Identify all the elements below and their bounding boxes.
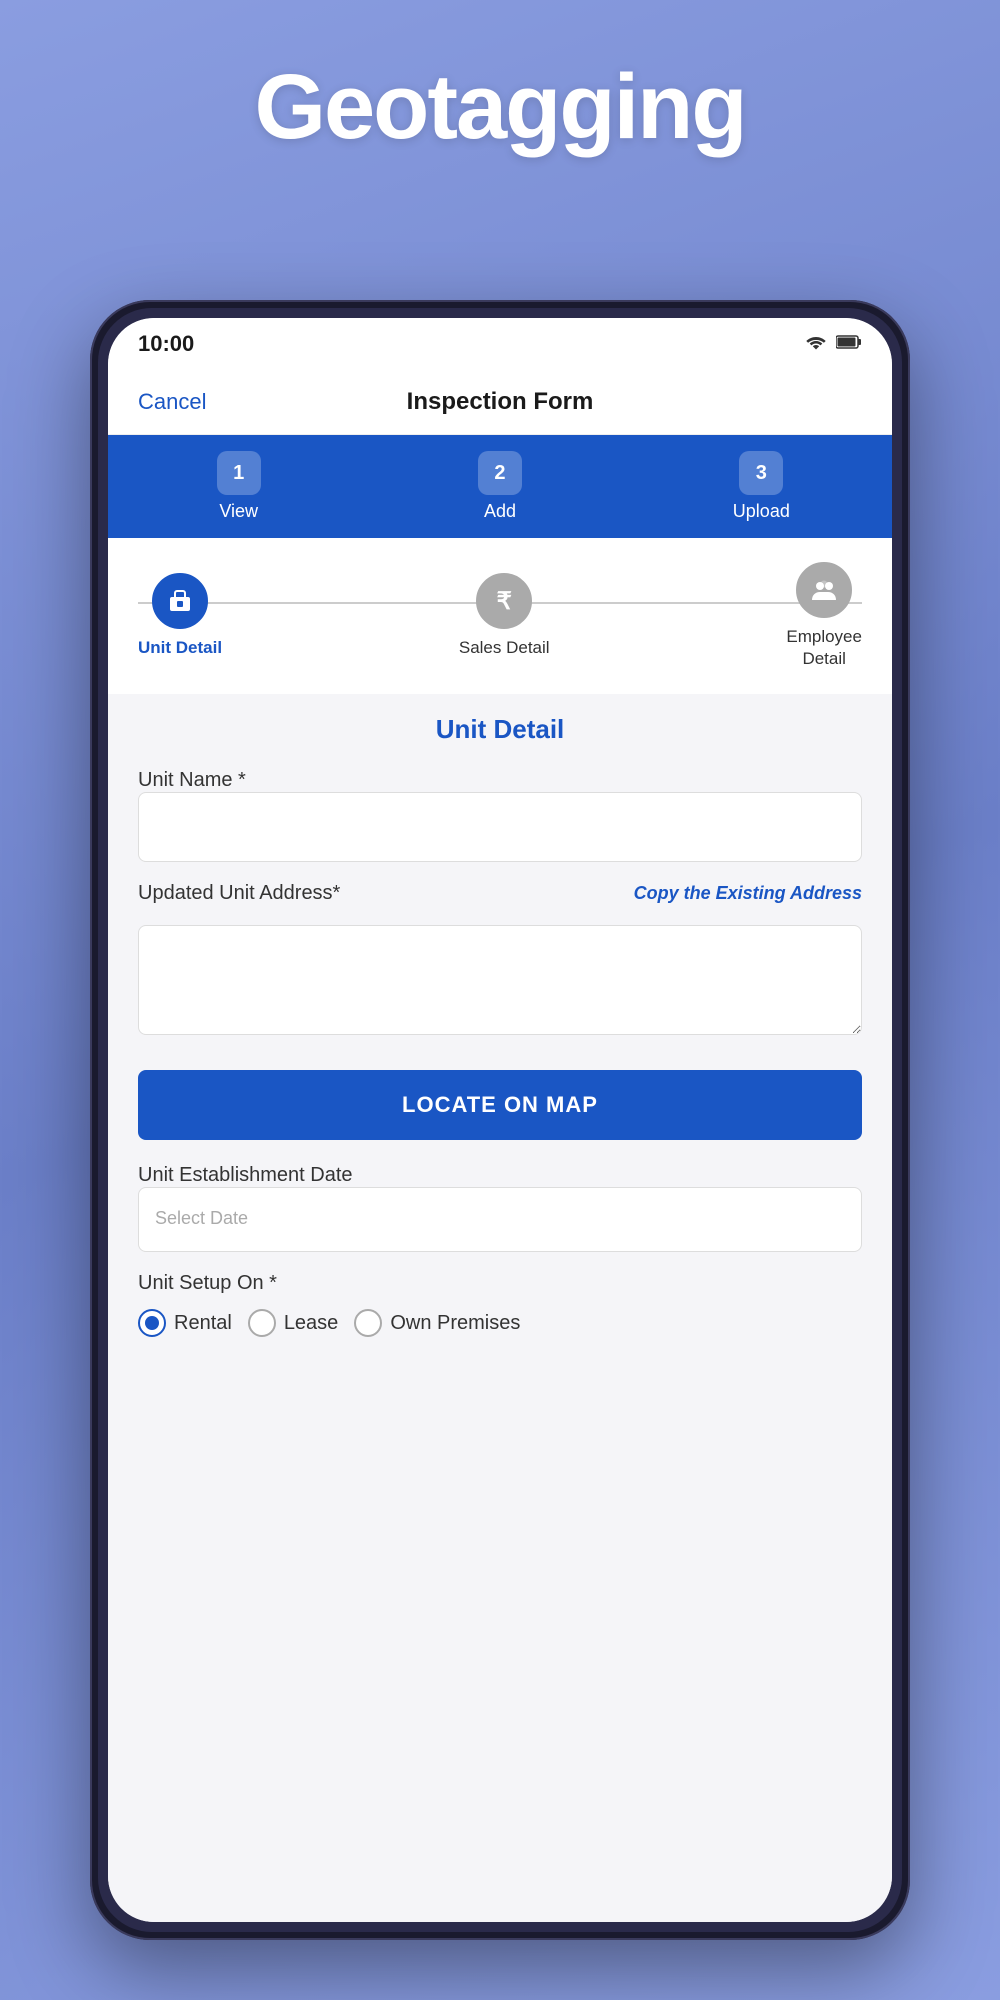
copy-address-link[interactable]: Copy the Existing Address xyxy=(634,883,862,904)
tab-add-label: Add xyxy=(484,501,516,522)
tab-upload-label: Upload xyxy=(733,501,790,522)
app-header: Cancel Inspection Form xyxy=(108,370,892,435)
battery-icon xyxy=(836,334,862,355)
step-unit-detail[interactable]: Unit Detail xyxy=(138,573,222,659)
tab-view-icon: 1 xyxy=(217,451,261,495)
unit-address-label: Updated Unit Address* xyxy=(138,882,340,905)
radio-own-circle xyxy=(354,1309,382,1337)
phone-screen: 10:00 xyxy=(108,318,892,1922)
establishment-date-input[interactable]: Select Date xyxy=(138,1187,862,1252)
section-title: Unit Detail xyxy=(138,714,862,745)
unit-name-input[interactable] xyxy=(138,792,862,862)
locate-on-map-button[interactable]: LOCATE ON MAP xyxy=(138,1070,862,1140)
status-bar: 10:00 xyxy=(108,318,892,370)
step-employee-detail-circle xyxy=(796,562,852,618)
tab-view[interactable]: 1 View xyxy=(108,435,369,538)
radio-own-label: Own Premises xyxy=(390,1312,520,1335)
radio-own[interactable]: Own Premises xyxy=(354,1309,520,1337)
page-title: Geotagging xyxy=(0,55,1000,160)
radio-lease-circle xyxy=(248,1309,276,1337)
step-sales-detail-circle: ₹ xyxy=(476,573,532,629)
unit-setup-label: Unit Setup On * xyxy=(138,1272,277,1294)
step-employee-detail-label: EmployeeDetail xyxy=(786,626,862,670)
stepper: Unit Detail ₹ Sales Detail xyxy=(108,538,892,694)
step-sales-detail[interactable]: ₹ Sales Detail xyxy=(459,573,550,659)
radio-group-setup: Rental Lease Own Premises xyxy=(138,1309,862,1337)
radio-lease[interactable]: Lease xyxy=(248,1309,339,1337)
radio-rental-circle xyxy=(138,1309,166,1337)
wifi-icon xyxy=(804,333,828,356)
cancel-button[interactable]: Cancel xyxy=(138,389,206,415)
status-icons xyxy=(804,333,862,356)
tab-add[interactable]: 2 Add xyxy=(369,435,630,538)
unit-name-label: Unit Name * xyxy=(138,769,246,791)
step-employee-detail[interactable]: EmployeeDetail xyxy=(786,562,862,670)
tab-bar: 1 View 2 Add 3 Upload xyxy=(108,435,892,538)
phone-frame: 10:00 xyxy=(90,300,910,1940)
header-title: Inspection Form xyxy=(407,388,594,416)
phone-inner: 10:00 xyxy=(98,308,902,1932)
unit-address-input[interactable] xyxy=(138,925,862,1035)
status-time: 10:00 xyxy=(138,331,194,357)
tab-view-label: View xyxy=(219,501,258,522)
form-content: Unit Detail Unit Name * Updated Unit Add… xyxy=(108,694,892,1922)
address-row: Updated Unit Address* Copy the Existing … xyxy=(138,882,862,915)
radio-lease-label: Lease xyxy=(284,1312,339,1335)
step-unit-detail-label: Unit Detail xyxy=(138,637,222,659)
step-unit-detail-circle xyxy=(152,573,208,629)
radio-rental-label: Rental xyxy=(174,1312,232,1335)
tab-upload[interactable]: 3 Upload xyxy=(631,435,892,538)
tab-upload-icon: 3 xyxy=(739,451,783,495)
radio-rental[interactable]: Rental xyxy=(138,1309,232,1337)
radio-rental-dot xyxy=(145,1316,159,1330)
tab-add-icon: 2 xyxy=(478,451,522,495)
step-sales-detail-label: Sales Detail xyxy=(459,637,550,659)
establishment-date-label: Unit Establishment Date xyxy=(138,1164,353,1186)
